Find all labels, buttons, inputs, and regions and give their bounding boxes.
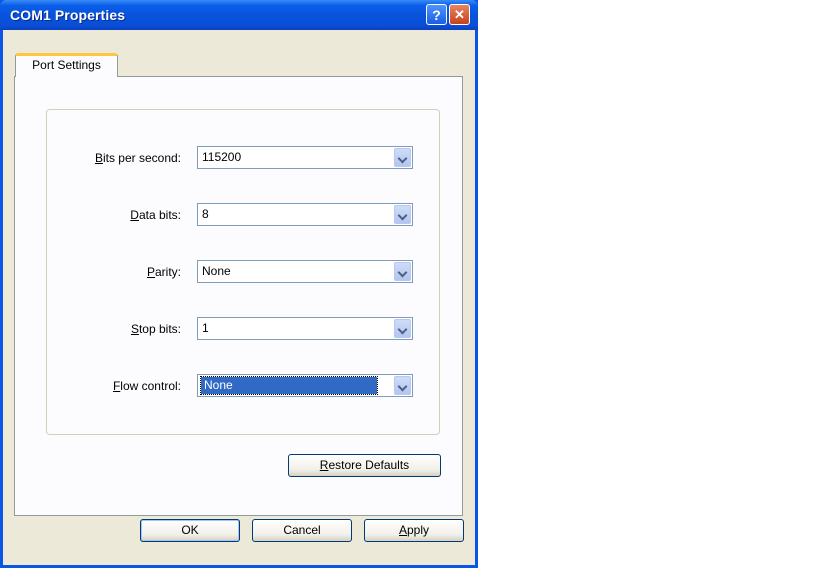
apply-button[interactable]: Apply [364, 519, 464, 542]
dialog-client-area: Port Settings Bits per second: 115200 Da… [3, 30, 475, 565]
ok-button[interactable]: OK [140, 519, 240, 542]
data-bits-label: Data bits: [130, 208, 181, 222]
tab-page: Bits per second: 115200 Data bits: 8 Par… [14, 76, 463, 516]
tab-port-settings[interactable]: Port Settings [15, 53, 118, 77]
properties-window: COM1 Properties ? ✕ Port Settings Bits p… [0, 0, 478, 568]
parity-value: None [202, 264, 231, 278]
close-button[interactable]: ✕ [449, 4, 470, 25]
settings-group: Bits per second: 115200 Data bits: 8 Par… [46, 109, 440, 435]
help-button[interactable]: ? [426, 4, 447, 25]
bits-per-second-label: Bits per second: [94, 151, 181, 165]
chevron-down-icon[interactable] [394, 148, 411, 167]
tab-label: Port Settings [32, 58, 101, 72]
cancel-button[interactable]: Cancel [252, 519, 352, 542]
close-icon: ✕ [454, 6, 465, 22]
chevron-down-icon[interactable] [394, 376, 411, 395]
parity-select[interactable]: None [197, 260, 413, 283]
chevron-down-icon[interactable] [394, 262, 411, 281]
flow-control-select[interactable]: None [197, 374, 413, 397]
stop-bits-value: 1 [202, 321, 209, 335]
stop-bits-label: Stop bits: [130, 322, 181, 336]
title-bar[interactable]: COM1 Properties ? ✕ [0, 0, 478, 30]
bits-per-second-select[interactable]: 115200 [197, 146, 413, 169]
data-bits-select[interactable]: 8 [197, 203, 413, 226]
chevron-down-icon[interactable] [394, 319, 411, 338]
bits-per-second-value: 115200 [202, 150, 242, 164]
parity-label: Parity: [146, 265, 181, 279]
flow-control-value: None [200, 376, 378, 395]
help-icon: ? [432, 6, 441, 23]
restore-defaults-button[interactable]: Restore Defaults [288, 454, 441, 477]
chevron-down-icon[interactable] [394, 205, 411, 224]
data-bits-value: 8 [202, 207, 209, 221]
flow-control-label: Flow control: [112, 379, 181, 393]
stop-bits-select[interactable]: 1 [197, 317, 413, 340]
window-title: COM1 Properties [10, 7, 126, 23]
